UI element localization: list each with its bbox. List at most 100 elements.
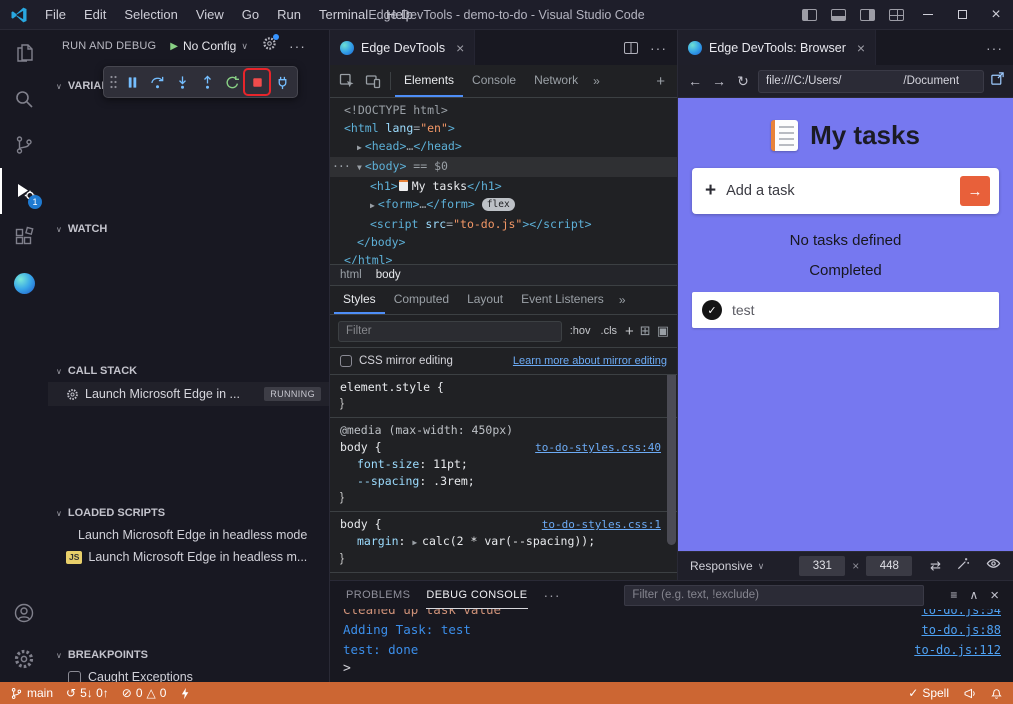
toggle-class-button[interactable]: .cls: [599, 325, 620, 337]
extensions-icon[interactable]: [0, 214, 48, 260]
viewport-height-input[interactable]: 448: [866, 556, 912, 576]
branch-indicator[interactable]: main: [10, 686, 53, 700]
close-panel-icon[interactable]: ×: [990, 587, 999, 604]
toolbar-drag-grip[interactable]: [107, 74, 119, 90]
add-tool-icon[interactable]: +: [648, 65, 673, 97]
pause-icon[interactable]: [120, 70, 144, 94]
maximize-button[interactable]: [945, 0, 979, 30]
eye-icon[interactable]: [986, 556, 1001, 576]
dom-node[interactable]: ···▼<body> == $0: [330, 157, 677, 177]
toggle-panel-icon[interactable]: [831, 9, 846, 21]
pane-tab-layout[interactable]: Layout: [458, 286, 512, 314]
computed-styles-box-icon[interactable]: ▣: [657, 323, 669, 339]
dom-node[interactable]: <!DOCTYPE html>: [330, 101, 677, 119]
styles-scrollbar[interactable]: [667, 375, 676, 545]
console-filter-input[interactable]: [624, 585, 924, 606]
device-emulation-icon[interactable]: [360, 65, 386, 97]
menu-view[interactable]: View: [187, 0, 233, 30]
css-property[interactable]: font-size: 11pt;: [340, 456, 677, 473]
loaded-script-row[interactable]: JS Launch Microsoft Edge in headless m..…: [48, 546, 329, 568]
breakpoints-section-header[interactable]: ∨BREAKPOINTS: [48, 644, 329, 666]
devtools-tab-console[interactable]: Console: [463, 65, 525, 97]
pane-tab-styles[interactable]: Styles: [334, 286, 385, 314]
menu-terminal[interactable]: Terminal: [310, 0, 377, 30]
device-mode-dropdown[interactable]: Responsive∨: [690, 559, 764, 573]
style-source-link[interactable]: to-do-styles.css:1: [542, 516, 677, 533]
pane-tab-event-listeners[interactable]: Event Listeners: [512, 286, 613, 314]
completed-task-row[interactable]: ✓ test: [692, 292, 999, 328]
devtools-tab-network[interactable]: Network: [525, 65, 587, 97]
css-property[interactable]: --spacing: .3rem;: [340, 473, 677, 490]
toggle-secondary-sidebar-icon[interactable]: [860, 9, 875, 21]
editor-more-actions-icon[interactable]: ···: [986, 40, 1003, 56]
reload-icon[interactable]: ↻: [734, 73, 752, 90]
watch-section-header[interactable]: ∨WATCH: [48, 218, 329, 240]
css-property[interactable]: margin: ▶ calc(2 * var(--spacing));: [340, 533, 677, 551]
step-out-icon[interactable]: [195, 70, 219, 94]
tab-edge-devtools[interactable]: Edge DevTools ×: [330, 30, 475, 65]
notifications-bell-icon[interactable]: [990, 687, 1003, 700]
start-debug-icon[interactable]: ▶: [170, 41, 178, 52]
spell-checker-indicator[interactable]: ✓Spell: [908, 686, 949, 700]
style-rule[interactable]: body {base.css:1: [330, 573, 677, 580]
console-lines-icon[interactable]: ≡: [950, 588, 957, 602]
url-bar[interactable]: file:///C:/Users/ /Document: [758, 70, 984, 93]
close-button[interactable]: ×: [979, 0, 1013, 30]
account-icon[interactable]: [0, 590, 48, 636]
magic-wand-icon[interactable]: [956, 556, 971, 576]
toggle-sidebar-icon[interactable]: [802, 9, 817, 21]
css-mirror-checkbox[interactable]: [340, 355, 352, 367]
inspect-element-icon[interactable]: [334, 65, 360, 97]
dom-node[interactable]: ▶<head>…</head>: [330, 137, 677, 157]
submit-task-button[interactable]: →: [960, 176, 990, 206]
pane-tab-computed[interactable]: Computed: [385, 286, 458, 314]
menu-selection[interactable]: Selection: [115, 0, 186, 30]
style-rule[interactable]: element.style {}: [330, 375, 677, 418]
styles-filter-input[interactable]: [338, 321, 562, 342]
add-task-card[interactable]: + Add a task →: [692, 168, 999, 214]
style-source-link[interactable]: to-do-styles.css:40: [535, 439, 677, 456]
minimize-button[interactable]: [911, 0, 945, 30]
edge-devtools-extension-icon[interactable]: [0, 260, 48, 306]
menu-help[interactable]: Help: [377, 0, 422, 30]
feedback-icon[interactable]: [963, 687, 976, 700]
forward-icon[interactable]: →: [710, 73, 728, 89]
breadcrumb-html[interactable]: html: [340, 269, 362, 281]
loaded-script-row[interactable]: Launch Microsoft Edge in headless mode: [48, 524, 329, 546]
new-style-rule-icon[interactable]: +: [625, 323, 634, 340]
menu-edit[interactable]: Edit: [75, 0, 115, 30]
problems-indicator[interactable]: ⊘ 0 △ 0: [122, 686, 167, 700]
console-prompt[interactable]: >: [343, 660, 1013, 678]
console-source-link[interactable]: to-do.js:88: [922, 620, 1013, 640]
close-tab-icon[interactable]: ×: [857, 40, 865, 56]
toggle-hover-state-button[interactable]: :hov: [568, 325, 593, 337]
style-rule[interactable]: @media (max-width: 450px)body {to-do-sty…: [330, 418, 677, 512]
loaded-scripts-section-header[interactable]: ∨LOADED SCRIPTS: [48, 502, 329, 524]
dom-node[interactable]: ▶<form>…</form>flex: [330, 195, 677, 215]
search-icon[interactable]: [0, 76, 48, 122]
editor-more-actions-icon[interactable]: ···: [650, 40, 667, 56]
dom-node[interactable]: </html>: [330, 251, 677, 264]
rendering-emulation-grid-icon[interactable]: ⊞: [640, 323, 651, 339]
debug-config-dropdown[interactable]: ▶ No Config ∨: [170, 39, 248, 53]
restart-icon[interactable]: [220, 70, 244, 94]
menu-run[interactable]: Run: [268, 0, 310, 30]
customize-layout-icon[interactable]: [889, 9, 904, 21]
task-checked-icon[interactable]: ✓: [702, 300, 722, 320]
maximize-panel-icon[interactable]: ∧: [969, 588, 978, 602]
debug-settings-gear-icon[interactable]: [262, 36, 277, 56]
more-tools-chevron-icon[interactable]: »: [587, 65, 606, 97]
dom-node[interactable]: </body>: [330, 233, 677, 251]
step-into-icon[interactable]: [170, 70, 194, 94]
console-source-link[interactable]: to-do.js:112: [914, 640, 1013, 660]
call-stack-section-header[interactable]: ∨CALL STACK: [48, 360, 329, 382]
more-panes-chevron-icon[interactable]: »: [613, 286, 632, 314]
debug-session-row[interactable]: Launch Microsoft Edge in ... RUNNING: [48, 382, 329, 406]
stop-icon[interactable]: [245, 70, 269, 94]
disconnect-icon[interactable]: [270, 70, 294, 94]
run-and-debug-icon[interactable]: 1: [0, 168, 48, 214]
style-rule[interactable]: body {to-do-styles.css:1margin: ▶ calc(2…: [330, 512, 677, 573]
expand-arrow-icon[interactable]: ▶: [412, 538, 422, 547]
dom-node[interactable]: <html lang="en">: [330, 119, 677, 137]
breadcrumb-body[interactable]: body: [376, 269, 401, 281]
